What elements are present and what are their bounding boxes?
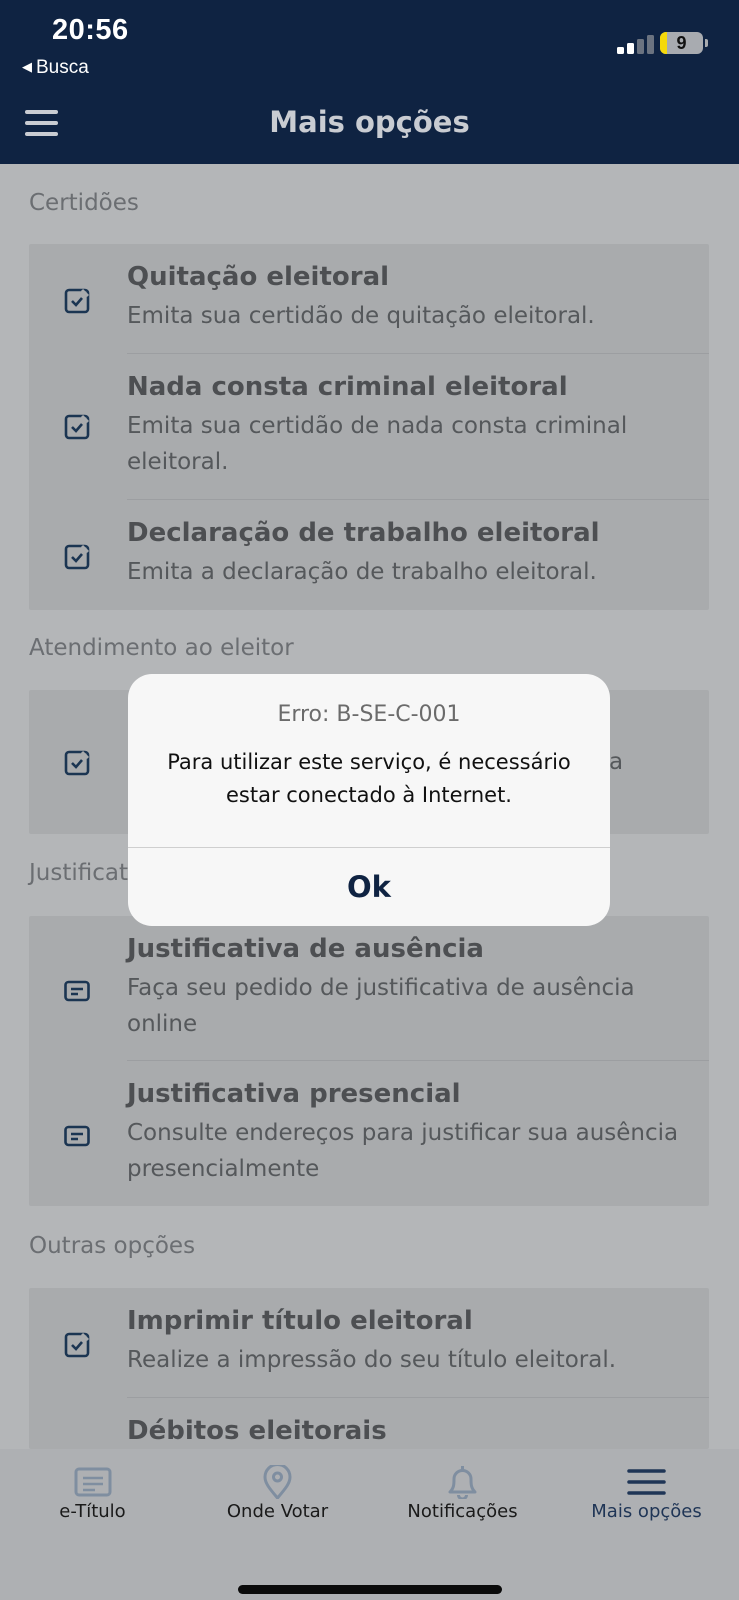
item-title: Imprimir título eleitoral bbox=[127, 1306, 473, 1336]
app-header: 20:56 ◀ Busca 9 Mais opções bbox=[0, 0, 739, 164]
item-title: Justificativa de ausência bbox=[127, 934, 484, 964]
tab-label: Mais opções bbox=[591, 1501, 702, 1522]
card-text-icon bbox=[64, 1125, 90, 1147]
section-title-atendimento: Atendimento ao eleitor bbox=[29, 635, 294, 661]
card-certidoes: Quitação eleitoral Emita sua certidão de… bbox=[29, 244, 709, 610]
signal-icon bbox=[617, 34, 657, 54]
bottom-tab-bar: e-Título Onde Votar Notificações Mais op… bbox=[0, 1449, 739, 1600]
tab-e-titulo[interactable]: e-Título bbox=[0, 1449, 185, 1549]
error-dialog: Erro: B-SE-C-001 Para utilizar este serv… bbox=[128, 674, 610, 926]
home-indicator bbox=[238, 1585, 502, 1594]
item-description-partial: a bbox=[609, 749, 624, 775]
battery-icon: 9 bbox=[660, 32, 703, 54]
document-check-icon bbox=[64, 414, 90, 440]
document-check-icon bbox=[64, 1332, 90, 1358]
tab-label: Notificações bbox=[407, 1501, 518, 1522]
error-message: Para utilizar este serviço, é necessário… bbox=[167, 750, 571, 807]
item-title: Débitos eleitorais bbox=[127, 1416, 387, 1446]
item-title: Nada consta criminal eleitoral bbox=[127, 372, 568, 402]
ok-button[interactable]: Ok bbox=[128, 848, 610, 926]
card-justificativa: Justificativa de ausência Faça seu pedid… bbox=[29, 916, 709, 1206]
item-description: Faça seu pedido de justificativa de ausê… bbox=[127, 975, 635, 1037]
document-check-icon bbox=[64, 288, 90, 314]
card-outras: Imprimir título eleitoral Realize a impr… bbox=[29, 1288, 709, 1449]
item-title: Quitação eleitoral bbox=[127, 262, 390, 292]
section-title-outras: Outras opções bbox=[29, 1233, 196, 1259]
item-description: Realize a impressão do seu título eleito… bbox=[127, 1347, 617, 1373]
back-to-search-link[interactable]: ◀ Busca bbox=[22, 57, 89, 79]
item-description: Emita a declaração de trabalho eleitoral… bbox=[127, 559, 597, 585]
section-title-certidoes: Certidões bbox=[29, 190, 139, 216]
bell-icon bbox=[448, 1466, 477, 1499]
item-description: Emita sua certidão de nada consta crimin… bbox=[127, 413, 628, 475]
page-title: Mais opções bbox=[269, 105, 470, 139]
error-code: Erro: B-SE-C-001 bbox=[277, 702, 461, 727]
item-justificativa-presencial[interactable]: Justificativa presencial Consulte endere… bbox=[29, 1061, 709, 1206]
tab-notificacoes[interactable]: Notificações bbox=[370, 1449, 555, 1549]
item-nada-consta-criminal[interactable]: Nada consta criminal eleitoral Emita sua… bbox=[29, 354, 709, 500]
back-label: Busca bbox=[36, 57, 89, 78]
document-check-icon bbox=[64, 544, 90, 570]
item-title: Justificativa presencial bbox=[127, 1079, 461, 1109]
tab-label: Onde Votar bbox=[226, 1501, 329, 1522]
item-title: Declaração de trabalho eleitoral bbox=[127, 518, 600, 548]
tab-onde-votar[interactable]: Onde Votar bbox=[185, 1449, 370, 1549]
item-description: Emita sua certidão de quitação eleitoral… bbox=[127, 303, 595, 329]
section-title-justificativa: Justificat bbox=[29, 860, 128, 886]
item-description: Consulte endereços para justificar sua a… bbox=[127, 1120, 679, 1182]
back-arrow-icon: ◀ bbox=[22, 59, 32, 74]
item-debitos-eleitorais[interactable]: Débitos eleitorais bbox=[29, 1398, 709, 1449]
tab-mais-opcoes[interactable]: Mais opções bbox=[554, 1449, 739, 1549]
item-quitacao-eleitoral[interactable]: Quitação eleitoral Emita sua certidão de… bbox=[29, 244, 709, 354]
id-card-icon bbox=[74, 1467, 112, 1497]
item-declaracao-trabalho[interactable]: Declaração de trabalho eleitoral Emita a… bbox=[29, 500, 709, 610]
battery-level: 9 bbox=[676, 33, 687, 53]
card-text-icon bbox=[64, 980, 90, 1002]
document-check-icon bbox=[64, 750, 90, 776]
status-time: 20:56 bbox=[52, 14, 129, 46]
battery-tip bbox=[705, 39, 708, 47]
item-justificativa-ausencia[interactable]: Justificativa de ausência Faça seu pedid… bbox=[29, 916, 709, 1061]
location-pin-icon bbox=[263, 1465, 292, 1499]
menu-icon bbox=[627, 1469, 666, 1495]
item-imprimir-titulo[interactable]: Imprimir título eleitoral Realize a impr… bbox=[29, 1288, 709, 1398]
tab-label: e-Título bbox=[59, 1501, 126, 1522]
